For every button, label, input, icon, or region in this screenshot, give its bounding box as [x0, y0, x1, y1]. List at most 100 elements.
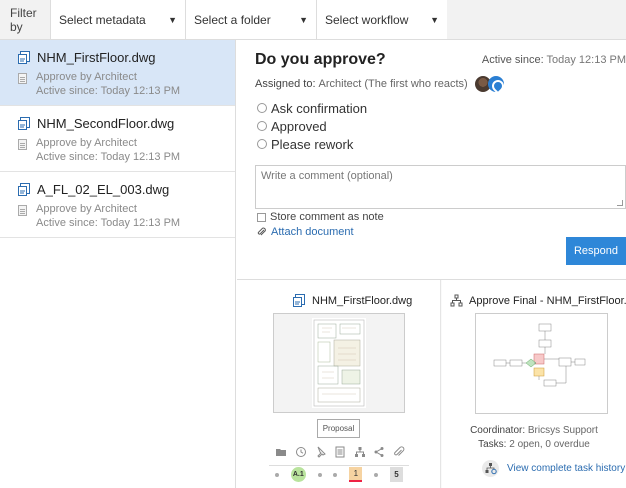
radio-icon: [257, 103, 267, 113]
store-note-label: Store comment as note: [270, 211, 384, 223]
task-since: Active since: Today 12:13 PM: [36, 217, 181, 229]
document-icon: [18, 205, 27, 216]
radio-icon: [257, 139, 267, 149]
workflow-card-name: Approve Final - NHM_FirstFloor.dwg (A.1): [469, 294, 626, 307]
task-list-item[interactable]: A_FL_02_EL_003.dwg Approve by Architect …: [0, 172, 235, 238]
task-detail: Do you approve? Active since: Today 12:1…: [237, 40, 626, 488]
task-history-link[interactable]: View complete task history: [482, 460, 625, 477]
version-count[interactable]: 5: [389, 467, 403, 482]
radio-approved[interactable]: Approved: [257, 117, 367, 135]
task-name: Approve by Architect: [36, 71, 137, 83]
caret-down-icon: ▼: [430, 14, 439, 25]
paperclip-icon: [257, 227, 266, 237]
page-title: Do you approve?: [255, 51, 386, 68]
active-since-label: Active since:: [481, 54, 544, 66]
document-icon: [18, 139, 27, 150]
tasks-count: Tasks: 2 open, 0 overdue: [442, 438, 626, 452]
floor-plan-image: [312, 318, 366, 408]
folder-select-label: Select a folder: [194, 12, 271, 27]
metadata-select-label: Select metadata: [59, 12, 146, 27]
workflow-history-icon: [482, 460, 499, 477]
radio-please-rework[interactable]: Please rework: [257, 135, 367, 153]
filter-bar: Filter by Select metadata ▼ Select a fol…: [0, 0, 626, 40]
dwg-file-icon: [18, 50, 31, 64]
workflow-icon: [450, 294, 463, 307]
preview-area: NHM_FirstFloor.dwg Proposal A.1 1 5 Appr…: [237, 279, 626, 488]
coordinator: Coordinator: Bricsys Support: [442, 424, 626, 438]
pin-icon[interactable]: [314, 446, 327, 458]
task-history-label: View complete task history: [507, 463, 626, 474]
task-file-name: NHM_SecondFloor.dwg: [37, 115, 175, 131]
active-since-value: Today 12:13 PM: [546, 54, 626, 66]
metadata-select[interactable]: Select metadata ▼: [50, 0, 185, 39]
architect-role-icon[interactable]: [487, 76, 504, 92]
caret-down-icon: ▼: [168, 14, 177, 25]
workflow-summary: Coordinator: Bricsys Support Tasks: 2 op…: [442, 424, 626, 452]
caret-down-icon: ▼: [299, 14, 308, 25]
comment-placeholder: Write a comment (optional): [261, 170, 393, 182]
version-dot[interactable]: [274, 472, 279, 477]
assigned-label: Assigned to:: [255, 78, 316, 90]
radio-label: Ask confirmation: [271, 100, 368, 116]
attach-document-link[interactable]: Attach document: [257, 226, 354, 238]
task-info: Approve by Architect Active since: Today…: [18, 202, 235, 230]
task-file-name: NHM_FirstFloor.dwg: [37, 49, 156, 65]
file-card-name: NHM_FirstFloor.dwg: [312, 294, 413, 307]
version-bar: A.1 1 5: [269, 465, 409, 483]
share-icon[interactable]: [373, 446, 385, 458]
task-since: Active since: Today 12:13 PM: [36, 151, 181, 163]
drawing-thumbnail[interactable]: [273, 313, 405, 413]
response-options: Ask confirmation Approved Please rework: [257, 99, 367, 153]
task-file-name: A_FL_02_EL_003.dwg: [37, 181, 170, 197]
workflow-select-label: Select workflow: [325, 12, 409, 27]
task-name: Approve by Architect: [36, 203, 137, 215]
status-badge: Proposal: [317, 419, 360, 438]
history-icon[interactable]: [295, 446, 307, 458]
respond-button[interactable]: Respond: [566, 237, 626, 265]
radio-ask-confirmation[interactable]: Ask confirmation: [257, 99, 367, 117]
comment-field[interactable]: Write a comment (optional): [255, 165, 626, 209]
attachment-icon[interactable]: [393, 446, 405, 458]
checkbox-icon: [257, 212, 266, 222]
dwg-file-icon: [18, 116, 31, 130]
file-card: NHM_FirstFloor.dwg Proposal A.1 1 5: [237, 280, 441, 488]
version-badge-current[interactable]: A.1: [290, 467, 306, 482]
task-info: Approve by Architect Active since: Today…: [18, 70, 235, 98]
workflow-card-title[interactable]: Approve Final - NHM_FirstFloor.dwg (A.1): [450, 294, 626, 307]
properties-icon[interactable]: [334, 446, 346, 458]
dwg-file-icon: [293, 294, 306, 307]
file-card-title[interactable]: NHM_FirstFloor.dwg: [293, 294, 412, 307]
radio-label: Please rework: [271, 136, 354, 152]
assigned-to: Assigned to: Architect (The first who re…: [255, 76, 504, 92]
workflow-select[interactable]: Select workflow ▼: [316, 0, 447, 39]
workflow-card: Approve Final - NHM_FirstFloor.dwg (A.1): [442, 280, 626, 488]
attach-label: Attach document: [271, 226, 354, 238]
task-list-item[interactable]: NHM_SecondFloor.dwg Approve by Architect…: [0, 106, 235, 172]
radio-icon: [257, 121, 267, 131]
folder-select[interactable]: Select a folder ▼: [185, 0, 316, 39]
version-dot[interactable]: [317, 472, 322, 477]
task-list-item[interactable]: NHM_FirstFloor.dwg Approve by Architect …: [0, 40, 235, 106]
document-icon: [18, 73, 27, 84]
task-list: NHM_FirstFloor.dwg Approve by Architect …: [0, 40, 236, 488]
file-actions: [275, 445, 405, 459]
workflow-icon[interactable]: [354, 446, 366, 458]
workflow-diagram-thumbnail[interactable]: [475, 313, 608, 414]
task-name: Approve by Architect: [36, 137, 137, 149]
assigned-value: Architect (The first who reacts): [318, 78, 468, 90]
tasks-value: 2 open, 0 overdue: [509, 439, 590, 450]
resize-grip-icon[interactable]: [617, 200, 623, 206]
store-note-checkbox[interactable]: Store comment as note: [257, 211, 384, 223]
tasks-label: Tasks:: [478, 439, 507, 450]
task-since: Active since: Today 12:13 PM: [36, 85, 181, 97]
coordinator-value: Bricsys Support: [527, 425, 598, 436]
dwg-file-icon: [18, 182, 31, 196]
active-since: Active since: Today 12:13 PM: [482, 54, 626, 66]
version-badge[interactable]: 1: [349, 467, 363, 482]
radio-label: Approved: [271, 118, 327, 134]
folder-icon[interactable]: [275, 446, 287, 458]
version-dot[interactable]: [333, 472, 338, 477]
filter-label: Filter by: [10, 5, 37, 34]
version-dot[interactable]: [374, 472, 379, 477]
task-info: Approve by Architect Active since: Today…: [18, 136, 235, 164]
